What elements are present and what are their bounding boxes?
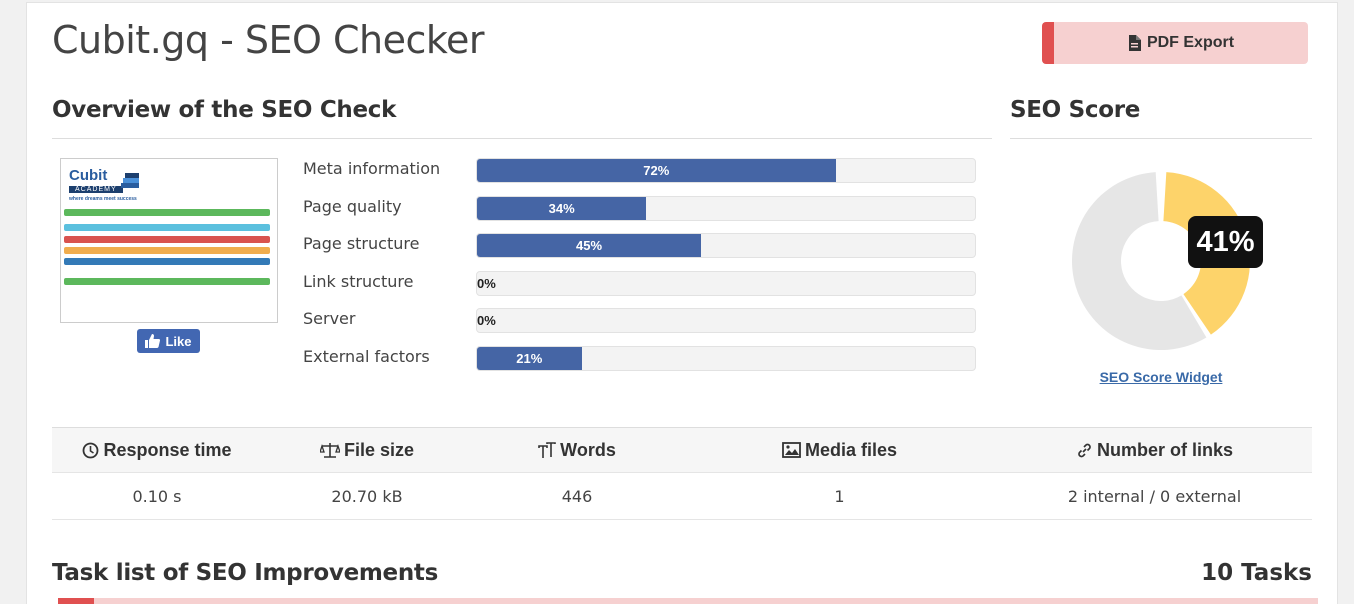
metric-progress-bar: 0% [476, 308, 976, 333]
facebook-like-button[interactable]: Like [137, 329, 200, 353]
stats-header-cell: Media files [682, 428, 997, 472]
seo-score-value: 41% [1188, 216, 1263, 268]
clock-icon [82, 442, 99, 459]
text-size-icon [538, 441, 556, 459]
metric-progress-bar: 72% [476, 158, 976, 183]
stats-value-row: 0.10 s 20.70 kB 446 1 2 internal / 0 externa… [52, 473, 1312, 520]
thumbnail-bar [64, 224, 270, 231]
site-thumbnail[interactable]: Cubit ACADEMY where dreams meet success [60, 158, 278, 323]
metric-progress-fill: 72% [477, 159, 836, 182]
stats-header-cell: Words [472, 428, 682, 472]
book-stack-icon [121, 173, 139, 188]
stats-header-cell: Response time [52, 428, 262, 472]
thumbs-up-icon [145, 334, 161, 348]
seo-score-widget-link[interactable]: SEO Score Widget [1010, 369, 1312, 385]
pdf-export-label: PDF Export [1146, 34, 1235, 51]
thumbnail-bar [64, 258, 270, 265]
metric-progress-bar: 34% [476, 196, 976, 221]
overview-divider [52, 138, 992, 139]
metric-progress-bar: 45% [476, 233, 976, 258]
thumbnail-bar [64, 278, 270, 285]
thumbnail-bar [64, 247, 270, 254]
task-progress-bar [58, 598, 1318, 604]
stats-value-cell: 20.70 kB [331, 486, 403, 506]
metric-progress-bar: 21% [476, 346, 976, 371]
image-icon [782, 442, 801, 458]
stats-header-label: File size [343, 439, 415, 460]
metric-label: Page quality [303, 197, 402, 216]
thumbnail-tagline: where dreams meet success [69, 196, 137, 202]
stats-header-cell: Number of links [997, 428, 1312, 472]
page-title: Cubit.gq - SEO Checker [52, 18, 485, 62]
stats-header-label: Number of links [1096, 439, 1234, 460]
stats-header-label: Media files [804, 439, 898, 460]
score-divider [1010, 138, 1312, 139]
metric-progress-fill: 45% [477, 234, 702, 257]
stats-value-cell: 2 internal / 0 external [1067, 486, 1242, 506]
task-list-heading: Task list of SEO Improvements [52, 560, 438, 586]
overview-heading: Overview of the SEO Check [52, 97, 397, 123]
stats-header-row: Response time File size Words Media files Nu… [52, 427, 1312, 473]
metric-label: External factors [303, 347, 430, 366]
metric-label: Link structure [303, 272, 414, 291]
stats-value-cell: 1 [834, 486, 845, 506]
metric-label: Page structure [303, 234, 420, 253]
stats-header-label: Words [560, 439, 616, 460]
metric-progress-bar: 0% [476, 271, 976, 296]
page-stats-table: Response time File size Words Media files Nu… [52, 427, 1312, 520]
stats-value-cell: 0.10 s [132, 486, 182, 506]
thumbnail-academy: ACADEMY [69, 186, 123, 193]
stats-header-cell: File size [262, 428, 472, 472]
stats-header-label: Response time [103, 439, 232, 460]
thumbnail-bar [64, 236, 270, 243]
task-count: 10 Tasks [1201, 560, 1312, 586]
thumbnail-logo: Cubit [69, 167, 108, 184]
score-heading: SEO Score [1010, 97, 1141, 123]
metric-progress-fill: 21% [477, 347, 582, 370]
pdf-export-button[interactable]: PDF Export [1042, 22, 1308, 64]
task-progress-fill [58, 598, 94, 604]
scale-icon [319, 442, 340, 459]
metric-progress-value: 0% [477, 276, 496, 291]
metric-label: Meta information [303, 159, 441, 178]
metric-progress-value: 0% [477, 313, 496, 328]
pdf-file-icon [1128, 35, 1141, 51]
stats-value-cell: 446 [561, 486, 593, 506]
metric-progress-fill: 34% [477, 197, 647, 220]
like-label: Like [165, 333, 192, 349]
link-icon [1076, 442, 1093, 459]
metric-label: Server [303, 309, 356, 328]
thumbnail-bar [64, 209, 270, 216]
